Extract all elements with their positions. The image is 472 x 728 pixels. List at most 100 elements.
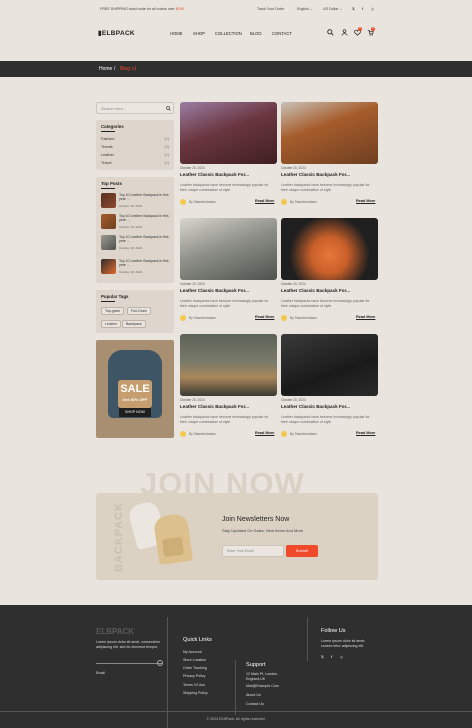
nav-contact[interactable]: CONTACT (272, 31, 292, 36)
post-image[interactable] (281, 334, 378, 396)
read-more-link[interactable]: Read More (255, 431, 274, 435)
read-more-link[interactable]: Read More (255, 199, 274, 203)
newsletter-panel: BACKPACK Join Newsletters Now Stay Updat… (96, 493, 378, 580)
category-item[interactable]: Fashion (101, 137, 115, 141)
post-title[interactable]: Leather Classic Backpack For... (180, 172, 249, 177)
logo[interactable]: ▮ELBPACK (98, 29, 135, 37)
copyright: © 2024 ELBPack. All rights reserved. (206, 717, 266, 721)
post-card[interactable]: October 20, 2024 Leather Classic Backpac… (281, 334, 378, 441)
post-date: October 20, 2024 (281, 282, 306, 286)
category-count: (1) (164, 137, 169, 141)
search-icon[interactable] (327, 29, 334, 36)
breadcrumb-current: Blog v1 (120, 66, 137, 72)
language-select[interactable]: English ⌄ (297, 7, 313, 11)
footer-about: Lorem ipsum dolor sit amet, consectetur … (96, 640, 160, 649)
user-icon[interactable] (341, 29, 348, 36)
x-icon[interactable]: 𝕏 (352, 7, 355, 11)
tag-chip[interactable]: Leather (101, 320, 122, 328)
category-item[interactable]: Trends (101, 145, 113, 149)
footer: ELBPACK Lorem ipsum dolor sit amet, cons… (0, 605, 472, 728)
top-post-title: Top 10 Leather Backpack in this year ... (119, 259, 169, 268)
chevron-down-icon: ⌄ (309, 7, 313, 11)
search-input[interactable]: Search here... (101, 106, 126, 111)
follow-us-title: Follow Us (321, 628, 346, 634)
post-image[interactable] (180, 334, 277, 396)
footer-link[interactable]: Contact Us (246, 702, 264, 706)
newsletter-email-input[interactable]: Enter Your Email (222, 545, 284, 557)
post-excerpt: Leather backpacks have become increasing… (180, 299, 269, 308)
author-avatar (180, 315, 186, 321)
tag-chip[interactable]: Top-grain (101, 307, 124, 315)
nav-blog[interactable]: BLOG (250, 31, 262, 36)
footer-link[interactable]: My Account (183, 650, 202, 654)
track-order-link[interactable]: Track Your Order (257, 7, 284, 11)
instagram-icon[interactable]: ◎ (340, 655, 343, 659)
read-more-link[interactable]: Read More (356, 199, 375, 203)
footer-link[interactable]: Store Location (183, 658, 206, 662)
post-card[interactable]: October 20, 2024 Leather Classic Backpac… (180, 334, 277, 441)
instagram-icon[interactable]: ◎ (371, 7, 374, 11)
category-item[interactable]: Leather (101, 153, 114, 157)
tag-chip[interactable]: Backpack (122, 320, 146, 328)
post-card[interactable]: October 20, 2024 Leather Classic Backpac… (281, 218, 378, 325)
post-author: By Shamimuhalam (290, 432, 317, 436)
footer-divider (235, 660, 236, 715)
breadcrumb-home[interactable]: Home (99, 66, 112, 72)
search-box[interactable]: Search here... (96, 102, 174, 114)
top-post-date: October 18, 2024 (119, 270, 143, 274)
post-thumbnail (101, 193, 116, 208)
nav-home[interactable]: HOME (170, 31, 183, 36)
post-excerpt: Leather backpacks have become increasing… (180, 415, 269, 424)
footer-mail[interactable]: Mail@Example.Com (246, 684, 279, 688)
footer-email-label: Email (96, 671, 105, 675)
post-title[interactable]: Leather Classic Backpack For... (281, 172, 350, 177)
currency-select[interactable]: US Dollar ⌄ (323, 7, 342, 11)
top-post-item[interactable]: Top 10 Leather Backpack in this year ...… (101, 259, 169, 274)
read-more-link[interactable]: Read More (356, 431, 375, 435)
post-card[interactable]: October 20, 2024 Leather Classic Backpac… (281, 102, 378, 209)
post-image[interactable] (180, 102, 277, 164)
top-post-item[interactable]: Top 10 Leather Backpack in this year ...… (101, 214, 169, 229)
promo-text: FREE SHIPPING world wide for all orders … (100, 7, 184, 11)
submit-button[interactable]: Submit (286, 545, 318, 557)
post-image[interactable] (281, 218, 378, 280)
tag-chip[interactable]: Full-Grain (127, 307, 151, 315)
footer-link[interactable]: Terms Of Use (183, 683, 205, 687)
footer-divider (307, 617, 308, 661)
discount-text: Get 30% OFF (122, 397, 148, 402)
backpack-pocket (161, 536, 185, 558)
footer-link[interactable]: Order Tracking (183, 666, 207, 670)
post-excerpt: Leather backpacks have become increasing… (180, 183, 269, 192)
post-title[interactable]: Leather Classic Backpack For... (281, 288, 350, 293)
post-image[interactable] (281, 102, 378, 164)
nav-collection[interactable]: COLLECTION (215, 31, 242, 36)
arrow-right-icon[interactable]: › (157, 660, 163, 666)
top-post-title: Top 10 Leather Backpack in this year ... (119, 214, 169, 223)
category-item[interactable]: Travel (101, 161, 111, 165)
facebook-icon[interactable]: f (331, 655, 332, 659)
top-post-item[interactable]: Top 10 Leather Backpack in this year ...… (101, 193, 169, 208)
x-icon[interactable]: 𝕏 (321, 655, 324, 659)
divider (101, 188, 115, 189)
post-card[interactable]: October 20, 2024 Leather Classic Backpac… (180, 218, 277, 325)
post-title[interactable]: Leather Classic Backpack For... (180, 404, 249, 409)
promo-banner[interactable]: SALE Get 30% OFF SHOP NOW (96, 340, 174, 438)
search-icon[interactable] (166, 106, 171, 111)
post-image[interactable] (180, 218, 277, 280)
post-title[interactable]: Leather Classic Backpack For... (180, 288, 249, 293)
facebook-icon[interactable]: f (362, 7, 363, 11)
post-title[interactable]: Leather Classic Backpack For... (281, 404, 350, 409)
categories-title: Categories (101, 124, 124, 129)
shop-now-button[interactable]: SHOP NOW (119, 408, 151, 417)
post-excerpt: Leather backpacks have become increasing… (281, 415, 370, 424)
footer-link[interactable]: About Us (246, 693, 261, 697)
footer-logo[interactable]: ELBPACK (96, 627, 134, 636)
footer-link[interactable]: Shipping Policy (183, 691, 208, 695)
nav-shop[interactable]: SHOP (193, 31, 205, 36)
read-more-link[interactable]: Read More (255, 315, 274, 319)
footer-link[interactable]: Privacy Policy (183, 674, 205, 678)
top-post-item[interactable]: Top 10 Leather Backpack in this year ...… (101, 235, 169, 250)
breadcrumb: Home / Blog v1 (0, 61, 472, 77)
read-more-link[interactable]: Read More (356, 315, 375, 319)
post-card[interactable]: October 20, 2024 Leather Classic Backpac… (180, 102, 277, 209)
